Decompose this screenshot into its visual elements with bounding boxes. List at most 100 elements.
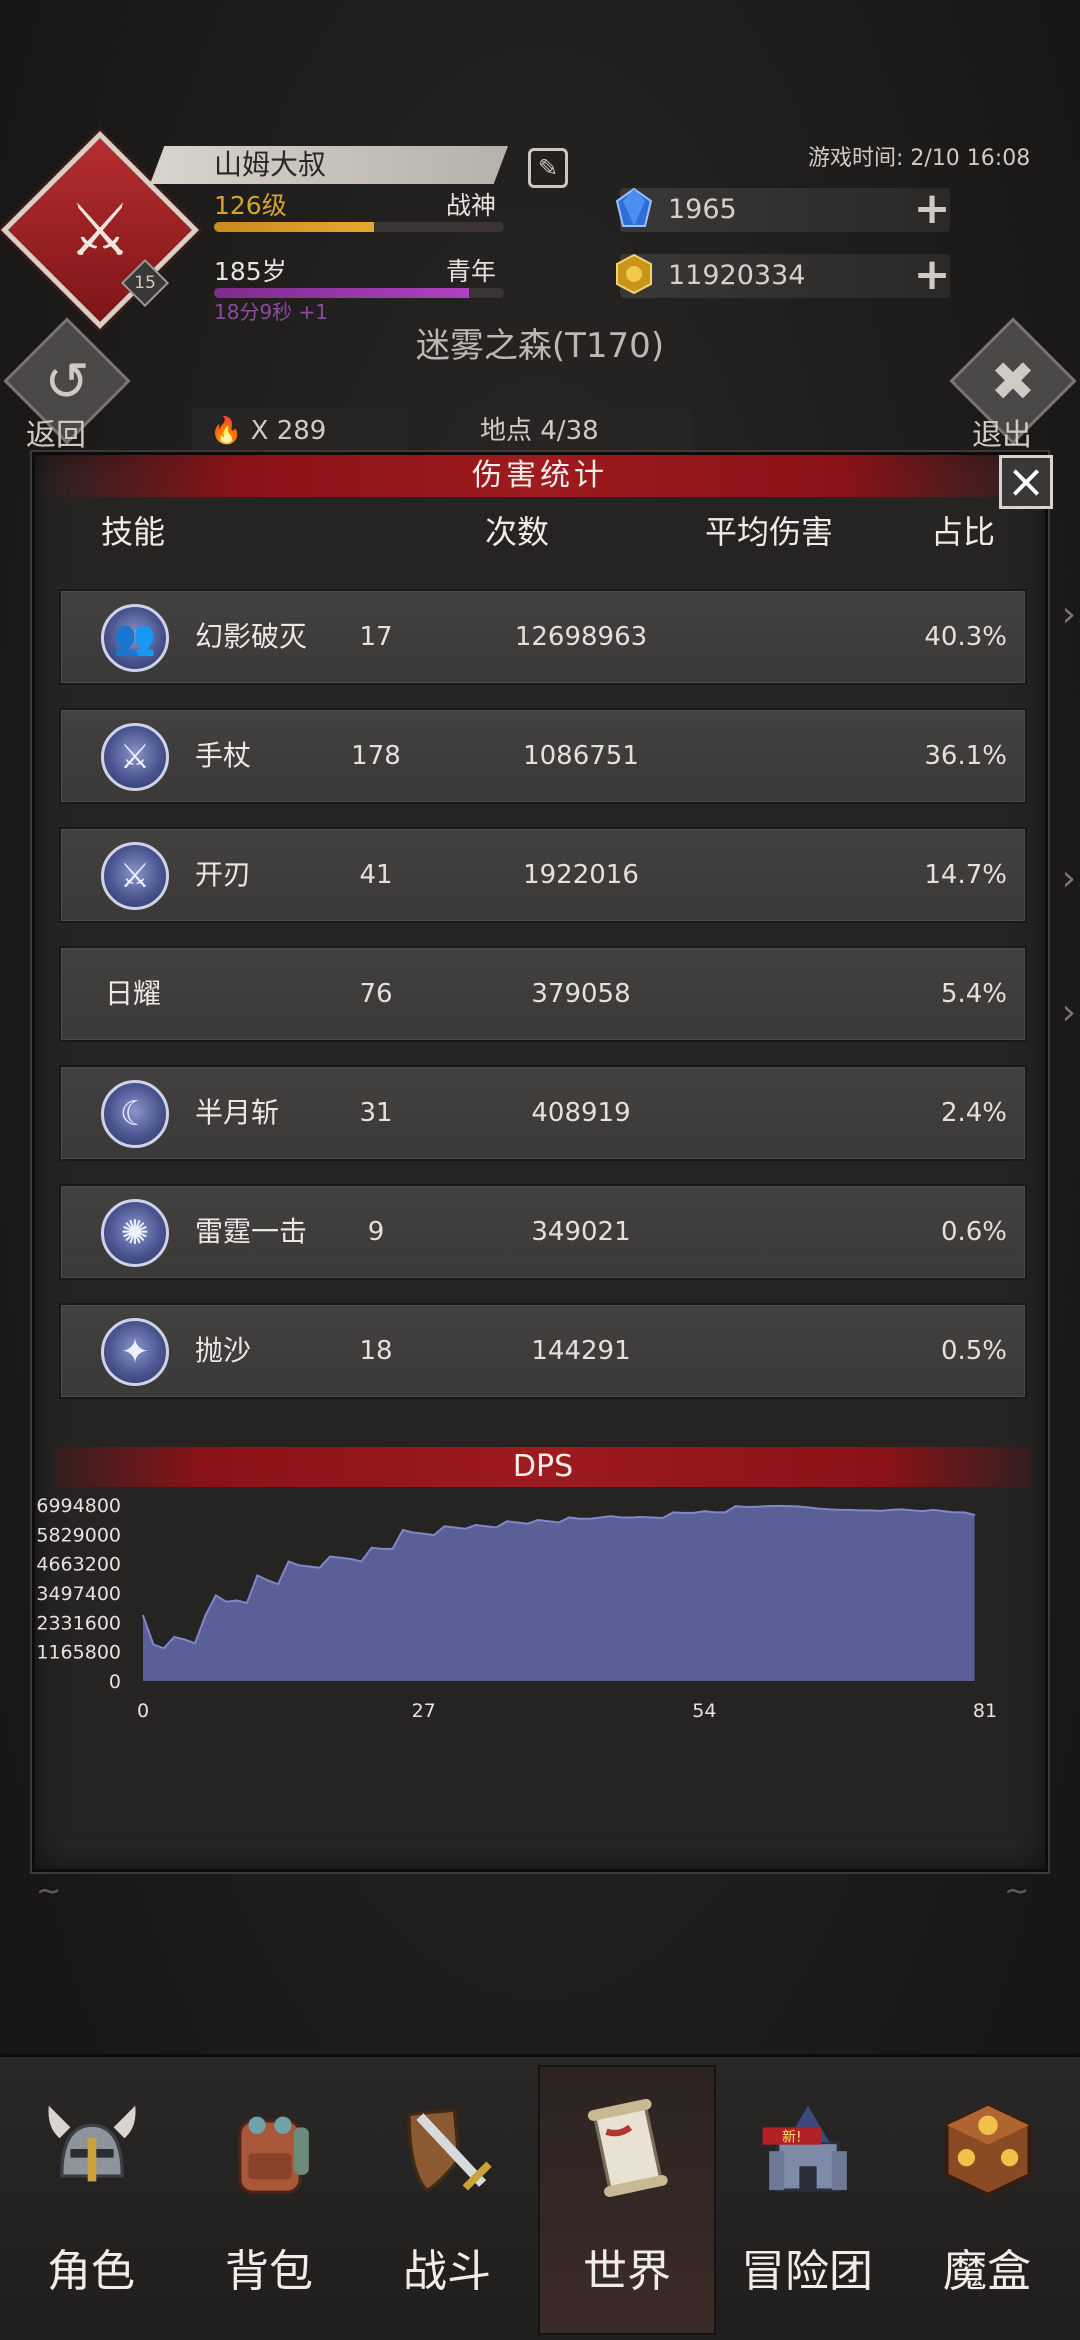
dps-point	[568, 1516, 570, 1519]
dps-point	[422, 1533, 425, 1535]
close-button[interactable]: ×	[999, 455, 1053, 509]
skill-name: 抛沙	[195, 1334, 252, 1367]
y-tick-label: 1165800	[36, 1642, 121, 1664]
dps-point	[911, 1509, 914, 1512]
blade-icon: ⚔	[101, 842, 169, 910]
avg-damage: 379058	[531, 979, 631, 1009]
pencil-icon: ✎	[537, 154, 559, 182]
thunder-icon: ✺	[101, 1199, 169, 1267]
dps-point	[755, 1506, 758, 1508]
dps-point	[318, 1566, 321, 1569]
kill-counter: 🔥 X 289	[192, 408, 406, 454]
add-gems-button[interactable]: +	[912, 187, 952, 231]
player-level: 126级	[214, 191, 287, 220]
dps-point	[932, 1509, 934, 1511]
dps-point	[246, 1602, 248, 1604]
dps-point	[350, 1558, 352, 1560]
dps-point	[963, 1511, 966, 1514]
gold-coin-icon	[616, 253, 652, 295]
player-age: 185岁	[214, 257, 287, 286]
skill-name: 开刃	[195, 858, 252, 891]
nav-backpack[interactable]: 背包	[180, 2065, 358, 2335]
dps-point	[609, 1515, 612, 1517]
x-tick-label: 54	[692, 1700, 716, 1722]
y-tick-label: 5829000	[36, 1524, 121, 1546]
avg-damage: 408919	[531, 1098, 631, 1128]
game-time: 游戏时间: 2/10 16:08	[808, 146, 1031, 171]
damage-row: 日耀 76 379058 5.4%	[59, 946, 1027, 1042]
nav-world[interactable]: 世界	[538, 2065, 716, 2335]
nav-adventure-team[interactable]: 新! 冒险团	[718, 2065, 896, 2335]
nav-label: 世界	[583, 2246, 671, 2297]
avg-damage: 1086751	[523, 741, 639, 771]
twin-phantom-icon: 👥	[101, 604, 169, 672]
nav-battle[interactable]: 战斗	[358, 2065, 536, 2335]
hit-count: 18	[359, 1336, 393, 1366]
dps-point	[745, 1506, 747, 1508]
gold-amount: 11920334	[668, 260, 806, 291]
dps-point	[641, 1516, 643, 1518]
nav-label: 角色	[47, 2246, 135, 2297]
dps-point	[443, 1525, 446, 1528]
edit-name-button[interactable]: ✎	[528, 148, 568, 188]
back-label: 返回	[26, 418, 86, 453]
dps-point	[547, 1520, 550, 1523]
damage-share: 36.1%	[924, 741, 1007, 771]
dps-point	[214, 1594, 217, 1597]
panel-title: 伤害统计	[35, 455, 1045, 497]
nav-label: 魔盒	[943, 2246, 1031, 2297]
dps-point	[142, 1614, 144, 1617]
magic-box-icon	[945, 2104, 1031, 2197]
nav-magic-box[interactable]: 魔盒	[898, 2065, 1076, 2335]
helmet-icon	[48, 2105, 136, 2182]
dps-point	[474, 1524, 477, 1526]
dps-point	[630, 1516, 633, 1519]
y-tick-label: 3497400	[36, 1583, 121, 1605]
dps-point	[776, 1505, 778, 1507]
nav-character[interactable]: 角色	[2, 2065, 180, 2335]
dps-point	[329, 1555, 331, 1558]
skill-name: 半月斩	[195, 1096, 280, 1129]
damage-share: 14.7%	[924, 860, 1007, 890]
dps-point	[859, 1509, 862, 1512]
dps-point	[973, 1514, 976, 1516]
hit-count: 31	[359, 1098, 393, 1128]
nav-label: 冒险团	[741, 2246, 873, 2297]
dps-point	[204, 1614, 207, 1617]
y-tick-label: 6994800	[36, 1495, 121, 1517]
dps-point	[464, 1527, 467, 1530]
dps-point	[495, 1526, 498, 1529]
chevron-right-icon: ›	[1061, 858, 1076, 899]
dps-point	[849, 1509, 851, 1511]
level-progress-bar	[214, 222, 504, 232]
dps-point	[277, 1583, 279, 1585]
damage-share: 2.4%	[940, 1098, 1007, 1128]
dps-point	[724, 1511, 726, 1514]
y-tick-label: 2331600	[36, 1612, 121, 1634]
damage-share: 40.3%	[924, 622, 1007, 652]
sand-icon: ✦	[101, 1318, 169, 1386]
add-gold-button[interactable]: +	[912, 253, 952, 297]
player-title: 战神	[446, 191, 497, 220]
close-icon: ×	[1006, 454, 1046, 508]
player-name: 山姆大叔	[150, 146, 508, 184]
damage-share: 0.6%	[940, 1217, 1007, 1247]
player-age-stage: 青年	[446, 257, 497, 286]
header-count: 次数	[485, 513, 550, 551]
dps-point	[589, 1517, 591, 1520]
dps-point	[152, 1643, 155, 1646]
dps-point	[651, 1516, 654, 1519]
dps-point	[173, 1636, 175, 1638]
dps-point	[869, 1509, 872, 1512]
header-share: 占比	[931, 513, 996, 551]
ornament-left: ~	[36, 1874, 62, 1909]
backpack-icon	[238, 2116, 309, 2194]
header-avg-damage: 平均伤害	[705, 513, 834, 551]
dps-point	[235, 1599, 238, 1602]
dps-point	[828, 1508, 830, 1511]
damage-row: ☾ 半月斩 31 408919 2.4%	[59, 1065, 1027, 1161]
avg-damage: 144291	[531, 1336, 631, 1366]
x-tick-label: 0	[137, 1700, 149, 1722]
skill-name: 日耀	[105, 977, 162, 1010]
gem-amount: 1965	[668, 194, 737, 225]
